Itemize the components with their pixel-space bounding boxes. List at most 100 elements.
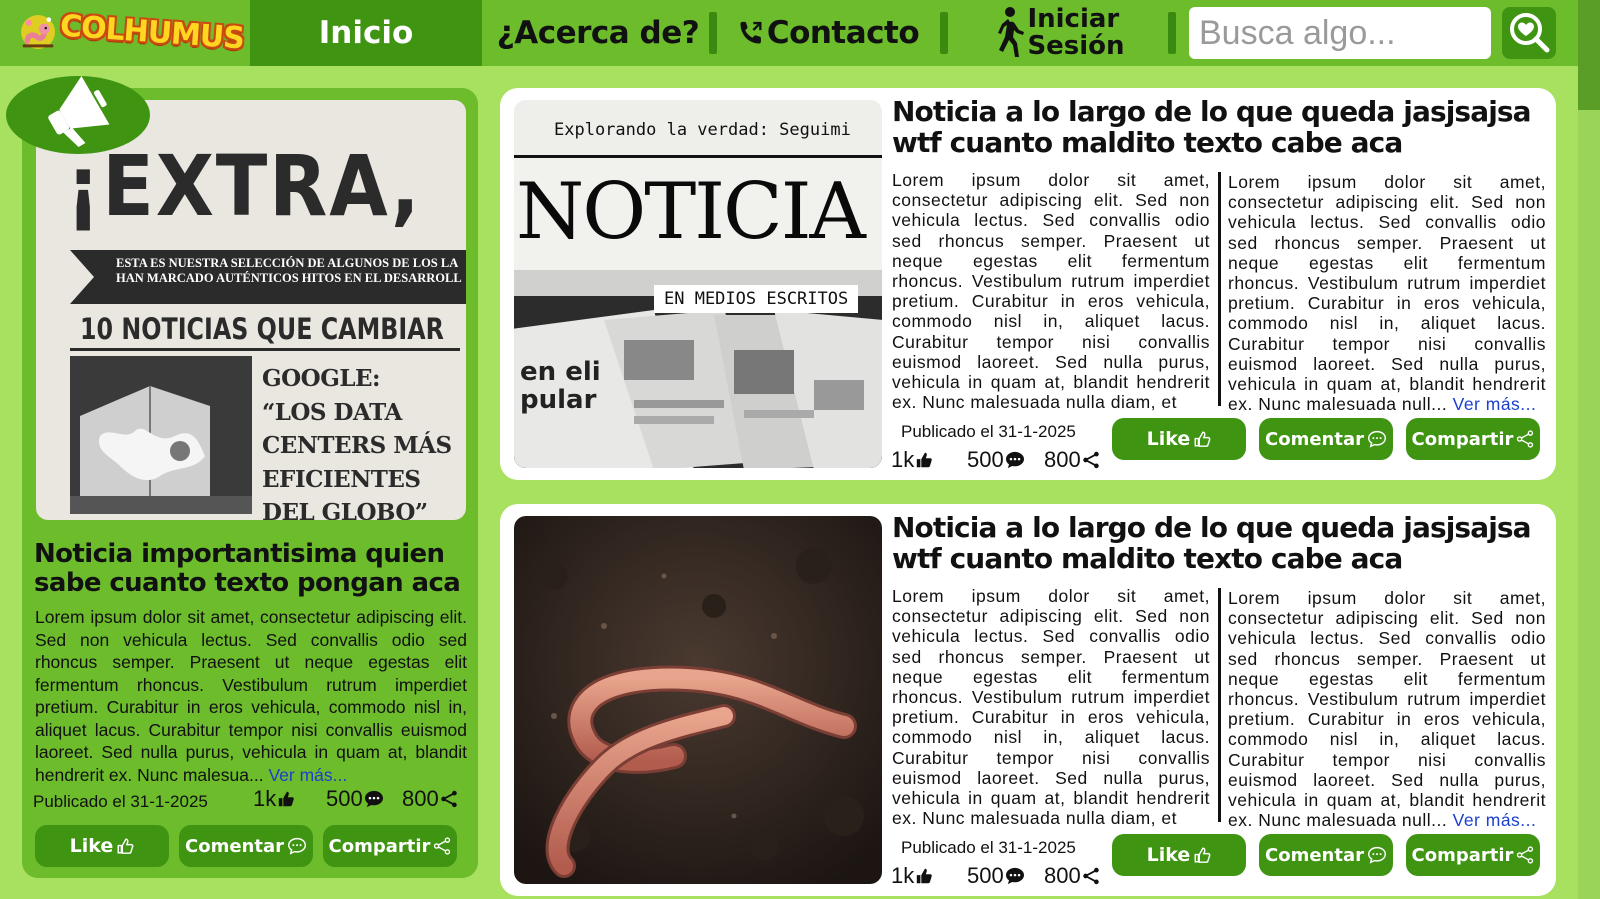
comment-bubble-icon [1367,430,1387,448]
search-button[interactable] [1502,7,1556,59]
news-share-button[interactable]: Compartir [1406,418,1540,460]
featured-like-count: 1k [253,786,295,812]
extra-banner: ESTA ES NUESTRA SELECCIÓN DE ALGUNOS DE … [70,250,466,304]
news-like-button[interactable]: Like [1112,834,1246,876]
search-heart-icon [1510,13,1550,53]
thumbs-up-icon [915,451,933,469]
share-button-label: Compartir [328,835,431,857]
share-icon [1082,451,1100,469]
featured-news-body: Lorem ipsum dolor sit amet, consectetur … [35,606,467,786]
newspaper-tag: EN MEDIOS ESCRITOS [654,285,859,313]
news-body-column-2: Lorem ipsum dolor sit amet, consectetur … [1228,588,1546,830]
read-more-link[interactable]: Ver más... [1453,810,1537,830]
nav-separator [1168,12,1176,54]
featured-comment-button[interactable]: Comentar [179,825,313,867]
featured-share-count: 800 [402,786,458,812]
comment-bubble-icon [1005,867,1025,885]
comment-button-label: Comentar [1265,428,1364,450]
featured-publish-date: Publicado el 31-1-2025 [33,792,208,811]
svg-text:pular: pular [520,385,597,415]
featured-news-title: Noticia importantisima quien sabe cuanto… [34,539,461,598]
quote-line: CENTERS MÁS [262,432,452,459]
news-comment-button[interactable]: Comentar [1259,834,1393,876]
divider [70,348,460,351]
extra-subhead: 10 NOTICIAS QUE CAMBIAR [80,312,444,346]
comment-bubble-icon [1367,846,1387,864]
share-icon [1516,430,1534,448]
news-image-newspaper: Explorando la verdad: Seguimi NOTICIA en… [514,100,882,468]
thumbs-up-icon [277,790,295,808]
thumbs-up-icon [915,867,933,885]
banner-line-2: HAN MARCADO AUTÉNTICOS HITOS EN EL DESAR… [116,271,462,285]
comment-bubble-icon [287,837,307,855]
comment-count-value: 500 [326,786,363,811]
news-share-count: 800 [1044,447,1100,473]
nav-acerca-label: ¿Acerca de? [496,15,700,51]
search-input[interactable] [1189,7,1491,59]
share-icon [440,790,458,808]
nav-sesion-label: Sesión [1027,31,1125,61]
news-share-button[interactable]: Compartir [1406,834,1540,876]
column-divider [1218,172,1221,406]
like-button-label: Like [1146,428,1191,450]
share-icon [433,837,451,855]
featured-news-card: ¡EXTRA, ESTA ES NUESTRA SELECCIÓN DE ALG… [22,88,478,878]
building-photo [70,356,252,514]
nav-contacto-label: Contacto [766,15,920,51]
like-count-value: 1k [253,786,277,811]
announcement-badge [6,75,150,154]
news-title: Noticia a lo largo de lo que queda jasjs… [892,95,1532,159]
earthworm-photo [514,516,882,884]
news-like-count: 1k [891,447,933,473]
read-more-link[interactable]: Ver más... [268,765,347,785]
nav-iniciar-sesion[interactable]: Iniciar Sesión [990,0,1126,66]
news-share-count: 800 [1044,863,1100,889]
news-comment-button[interactable]: Comentar [1259,418,1393,460]
nav-contacto[interactable]: Contacto [734,0,922,66]
nav-separator [709,12,717,54]
news-like-button[interactable]: Like [1112,418,1246,460]
like-count-value: 1k [891,863,915,888]
news-publish-date: Publicado el 31-1-2025 [901,838,1076,857]
featured-like-button[interactable]: Like [35,825,169,867]
logo-text: COLHUMUS [59,8,245,56]
featured-share-button[interactable]: Compartir [323,825,457,867]
news-body-column-1: Lorem ipsum dolor sit amet, consectetur … [892,586,1210,829]
news-body-text: Lorem ipsum dolor sit amet, consectetur … [1228,172,1546,415]
share-count-value: 800 [402,786,439,811]
read-more-link[interactable]: Ver más... [1453,394,1537,414]
like-button-label: Like [1146,844,1191,866]
page-scrollbar[interactable] [1578,0,1600,899]
nav-inicio-label: Inicio [318,15,414,51]
newspaper-top-text: Explorando la verdad: Seguimi [554,120,851,140]
nav-acerca-de[interactable]: ¿Acerca de? [496,0,700,66]
news-image-earthworm [514,516,882,884]
phone-icon [740,21,762,44]
featured-comment-count: 500 [326,786,384,812]
quote-line: DEL GLOBO” [262,499,428,520]
comment-count-value: 500 [967,447,1004,472]
quote-line: EFICIENTES [262,465,421,493]
banner-line-1: ESTA ES NUESTRA SELECCIÓN DE ALGUNOS DE … [116,256,459,270]
news-body-column-2: Lorem ipsum dolor sit amet, consectetur … [1228,172,1546,414]
featured-news-image: ¡EXTRA, ESTA ES NUESTRA SELECCIÓN DE ALG… [36,100,466,520]
news-like-count: 1k [891,863,933,889]
share-count-value: 800 [1044,863,1081,888]
quote-line: GOOGLE: [262,365,381,392]
colhumus-logo[interactable]: COLHUMUS [18,6,245,58]
top-navbar: COLHUMUS Inicio ¿Acerca de? Contacto Ini… [0,0,1600,66]
thumbs-up-icon [1193,430,1211,448]
share-button-label: Compartir [1411,844,1514,866]
scrollbar-thumb[interactable] [1578,0,1600,110]
worm-mascot-icon [21,15,55,49]
comment-count-value: 500 [967,863,1004,888]
nav-inicio[interactable]: Inicio [250,0,482,66]
comment-bubble-icon [364,790,384,808]
nav-iniciar-label: Iniciar [1027,4,1120,34]
extra-headline: ¡EXTRA, [66,137,422,235]
svg-text:en eli: en eli [520,357,601,387]
comment-button-label: Comentar [185,835,284,857]
share-icon [1082,867,1100,885]
google-quote: GOOGLE: “LOS DATA CENTERS MÁS EFICIENTES… [262,362,452,520]
share-icon [1516,846,1534,864]
